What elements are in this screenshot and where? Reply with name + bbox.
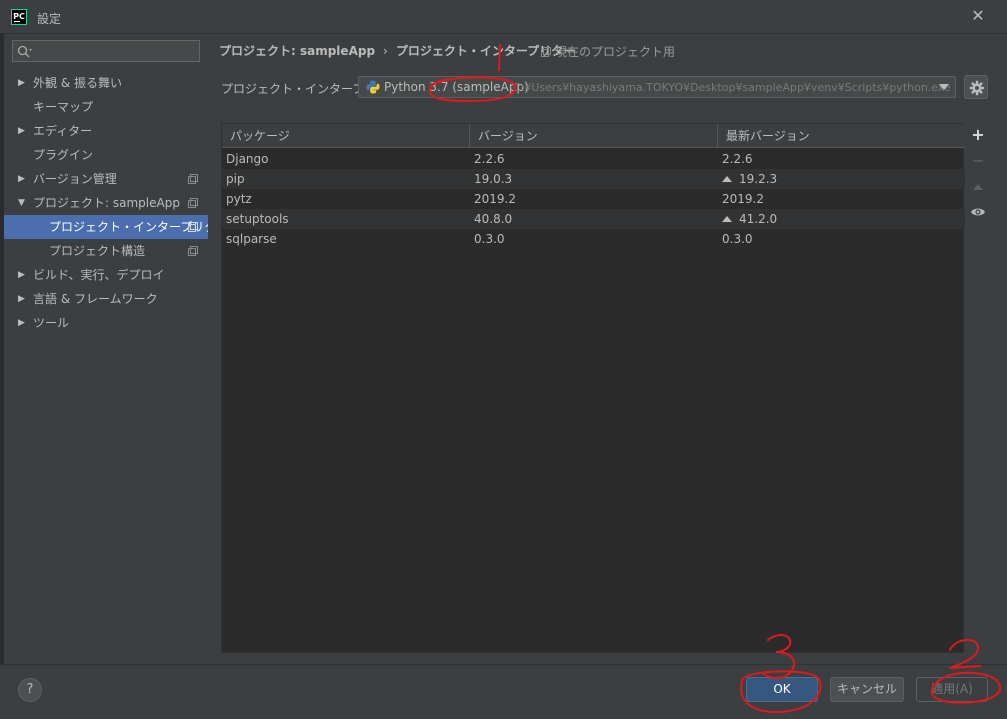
package-version-cell: 2.2.6 [474, 152, 505, 166]
package-name-cell: Django [226, 152, 269, 166]
expand-arrow-icon: ▶ [18, 318, 25, 328]
cancel-button[interactable]: キャンセル [830, 677, 904, 702]
sidebar-item-languages-frameworks[interactable]: ▶ 言語 & フレームワーク [4, 287, 208, 311]
expand-arrow-icon: ▶ [18, 126, 25, 136]
project-scope-icon [188, 246, 198, 256]
sidebar-item-label: 外観 & 振る舞い [33, 76, 122, 90]
column-header-latest-version[interactable]: 最新バージョン [718, 124, 965, 148]
pycharm-app-icon: PC [11, 9, 27, 25]
gear-icon [969, 80, 985, 96]
apply-button[interactable]: 適用(A) [916, 677, 988, 702]
latest-version-text: 19.2.3 [739, 172, 778, 186]
sidebar-item-plugins[interactable]: プラグイン [4, 143, 208, 167]
settings-sidebar: ▶ 外観 & 振る舞い キーマップ ▶ エディター プラグイン ▶ バージョン管… [4, 34, 228, 664]
interpreter-settings-button[interactable] [964, 75, 988, 99]
expand-arrow-icon: ▶ [18, 270, 25, 280]
sidebar-item-project-structure[interactable]: プロジェクト構造 [4, 239, 208, 263]
package-latest-cell: 2.2.6 [718, 149, 753, 169]
sidebar-item-keymap[interactable]: キーマップ [4, 95, 208, 119]
sidebar-item-label: バージョン管理 [33, 172, 117, 186]
sidebar-item-tools[interactable]: ▶ ツール [4, 311, 208, 335]
app-icon-text: PC [13, 12, 25, 21]
sidebar-item-label: プラグイン [33, 148, 94, 162]
sidebar-item-label: ビルド、実行、デプロイ [33, 268, 165, 282]
sidebar-item-appearance[interactable]: ▶ 外観 & 振る舞い [4, 71, 208, 95]
sidebar-item-build-execution-deployment[interactable]: ▶ ビルド、実行、デプロイ [4, 263, 208, 287]
latest-version-text: 0.3.0 [722, 232, 753, 246]
python-icon [366, 80, 380, 94]
chevron-down-icon [939, 84, 949, 90]
sidebar-item-label: ツール [33, 316, 70, 330]
column-header-version[interactable]: バージョン [470, 124, 718, 148]
sidebar-item-project[interactable]: ▼ プロジェクト: sampleApp [4, 191, 208, 215]
sidebar-item-project-interpreter[interactable]: プロジェクト・インタープリター [4, 215, 228, 239]
collapse-arrow-icon: ▼ [18, 198, 25, 208]
latest-version-text: 2019.2 [722, 192, 764, 206]
sidebar-item-label: プロジェクト構造 [49, 244, 146, 258]
project-scope-icon [188, 198, 198, 208]
add-package-icon[interactable]: + [970, 127, 986, 143]
settings-search-input[interactable] [12, 40, 200, 62]
upgrade-available-icon [722, 176, 732, 182]
upgrade-package-icon[interactable] [970, 179, 986, 195]
column-header-package[interactable]: パッケージ [222, 124, 470, 148]
package-version-cell: 19.0.3 [474, 172, 513, 186]
expand-arrow-icon: ▶ [18, 294, 25, 304]
remove-package-icon[interactable]: − [970, 153, 986, 169]
sidebar-item-label: キーマップ [33, 100, 94, 114]
window-title: 設定 [37, 12, 62, 26]
package-latest-cell: 19.2.3 [718, 169, 777, 189]
breadcrumb: プロジェクト: sampleApp › プロジェクト・インタープリター [219, 42, 575, 59]
show-early-releases-icon[interactable] [970, 205, 986, 221]
table-row[interactable]: setuptools 40.8.0 41.2.0 [222, 209, 965, 229]
project-scope-icon [188, 222, 198, 232]
latest-version-text: 41.2.0 [739, 212, 778, 226]
packages-table: パッケージ バージョン 最新バージョン Django 2.2.6 2.2.6 pip 1… [221, 123, 965, 653]
close-icon[interactable]: ✕ [970, 8, 986, 24]
table-row[interactable]: pip 19.0.3 19.2.3 [222, 169, 965, 189]
current-project-label: 現在のプロジェクト用 [555, 45, 676, 59]
settings-main-panel: プロジェクト: sampleApp › プロジェクト・インタープリター 現在のプロジ… [208, 34, 1007, 664]
table-header: パッケージ バージョン 最新バージョン [222, 124, 965, 148]
table-row[interactable]: pytz 2019.2 2019.2 [222, 189, 965, 209]
expand-arrow-icon: ▶ [18, 174, 25, 184]
package-version-cell: 40.8.0 [474, 212, 513, 226]
sidebar-item-label: エディター [33, 124, 93, 138]
search-icon [17, 45, 32, 58]
interpreter-select[interactable]: Python 3.7 (sampleApp) C:¥Users¥hayashiy… [358, 76, 956, 98]
package-name-cell: setuptools [226, 212, 289, 226]
package-version-cell: 0.3.0 [474, 232, 505, 246]
current-project-note: 現在のプロジェクト用 [541, 43, 675, 60]
package-name-cell: pytz [226, 192, 252, 206]
sidebar-item-version-control[interactable]: ▶ バージョン管理 [4, 167, 208, 191]
package-latest-cell: 0.3.0 [718, 229, 753, 249]
package-latest-cell: 41.2.0 [718, 209, 777, 229]
package-latest-cell: 2019.2 [718, 189, 764, 209]
latest-version-text: 2.2.6 [722, 152, 753, 166]
sidebar-item-label: プロジェクト・インタープリター [49, 220, 229, 234]
package-toolbar: + − [966, 123, 990, 653]
sidebar-item-label: プロジェクト: sampleApp [33, 196, 180, 210]
project-scope-icon [188, 174, 198, 184]
table-row[interactable]: sqlparse 0.3.0 0.3.0 [222, 229, 965, 249]
package-name-cell: sqlparse [226, 232, 277, 246]
breadcrumb-separator: › [383, 44, 388, 58]
package-version-cell: 2019.2 [474, 192, 516, 206]
table-row[interactable]: Django 2.2.6 2.2.6 [222, 149, 965, 169]
dialog-footer: ? OK キャンセル 適用(A) [0, 664, 1007, 719]
upgrade-available-icon [722, 216, 732, 222]
interpreter-name: Python 3.7 (sampleApp) [384, 80, 529, 94]
package-name-cell: pip [226, 172, 245, 186]
expand-arrow-icon: ▶ [18, 78, 25, 88]
breadcrumb-project: プロジェクト: sampleApp [219, 44, 376, 58]
project-scope-icon [541, 47, 551, 57]
sidebar-item-editor[interactable]: ▶ エディター [4, 119, 208, 143]
ok-button[interactable]: OK [746, 677, 818, 702]
interpreter-path: C:¥Users¥hayashiyama.TOKYO¥Desktop¥sampl… [513, 81, 951, 94]
title-bar: PC 設定 ✕ [0, 0, 1007, 34]
help-button[interactable]: ? [18, 678, 42, 702]
sidebar-item-label: 言語 & フレームワーク [33, 292, 158, 306]
